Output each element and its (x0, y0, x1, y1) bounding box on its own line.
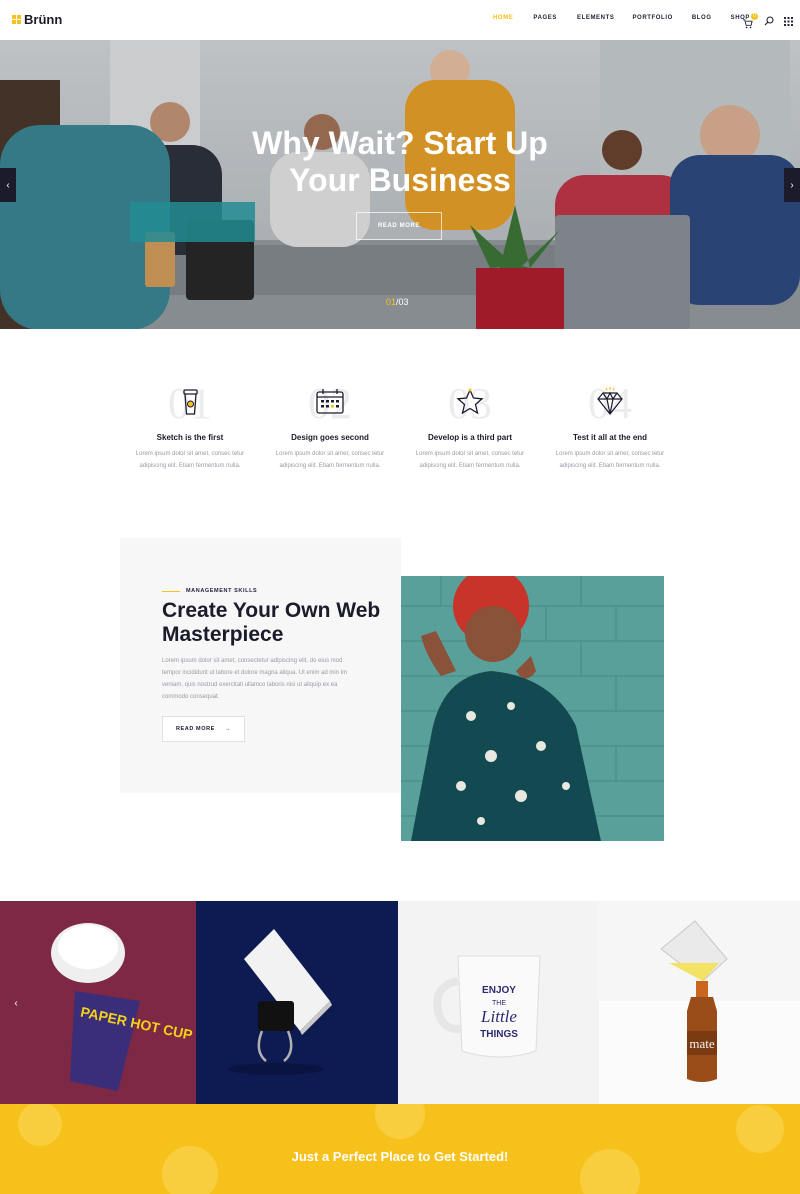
section-tag: MANAGEMENT SKILLS (162, 588, 257, 594)
logo-text: Brünn (24, 12, 63, 27)
feature-text: Lorem ipsum dolor sit amet, consec tetur… (415, 451, 525, 469)
nav-item-blog[interactable]: BLOG (692, 15, 712, 21)
section-title: Create Your Own Web Masterpiece (162, 599, 381, 646)
menu-grid-button[interactable] (784, 13, 793, 31)
call-to-action-banner: Just a Perfect Place to Get Started! (0, 1104, 800, 1194)
feature-item: 01 Sketch is the first Lorem ipsum dolor… (120, 370, 260, 469)
slide-counter-total: /03 (396, 297, 409, 307)
about-read-more-button[interactable]: READ MORE → (162, 716, 245, 742)
gallery-item-mug[interactable]: ENJOY THE Little THINGS (398, 901, 599, 1104)
diamond-icon (597, 387, 623, 415)
gallery-item-bottle[interactable]: mate › (599, 901, 800, 1104)
hero-slider: Why Wait? Start Up Your Business READ MO… (0, 40, 800, 329)
feature-title: Sketch is the first (156, 433, 224, 442)
feature-title: Test it all at the end (572, 433, 648, 442)
gallery-item-coffee-cup[interactable]: PAPER HOT CUP COFFEE MOCKUP ‹ (0, 901, 196, 1104)
star-icon (456, 388, 484, 415)
feature-title: Design goes second (291, 433, 369, 442)
nav-item-elements[interactable]: ELEMENTS (577, 15, 614, 21)
feature-text: Lorem ipsum dolor sit amet, consec tetur… (555, 451, 665, 469)
logo[interactable]: Brünn (12, 12, 62, 27)
main-nav: HOME PAGES ELEMENTS PORTFOLIO BLOG SHOP (490, 15, 750, 21)
section-text: Lorem ipsum dolor sit amet, consectetur … (162, 658, 348, 700)
about-card: MANAGEMENT SKILLS Create Your Own Web Ma… (120, 538, 401, 793)
feature-title: Develop is a third part (427, 433, 513, 442)
hero-title-highlight: Start Up (423, 125, 548, 161)
cta-text: Just a Perfect Place to Get Started! (291, 1149, 509, 1164)
coffee-cup-icon (183, 389, 198, 415)
calendar-icon (316, 389, 344, 414)
gallery-next-button[interactable]: › (777, 986, 793, 1020)
hero-prev-button[interactable]: ‹ (0, 168, 16, 202)
portfolio-gallery: PAPER HOT CUP COFFEE MOCKUP ‹ ENJOY THE … (0, 901, 800, 1104)
hero-next-button[interactable]: › (784, 168, 800, 202)
gallery-item-business-card[interactable] (196, 901, 398, 1104)
cart-count-badge: 0 (751, 13, 758, 20)
slide-counter-current: 01 (386, 297, 397, 307)
slide-counter: 01/03 (386, 297, 409, 307)
nav-item-home[interactable]: HOME (493, 15, 513, 21)
business-card-image (228, 929, 332, 1075)
nav-item-portfolio[interactable]: PORTFOLIO (632, 15, 672, 21)
woman-portrait-image (401, 576, 664, 841)
hero-read-more-button[interactable]: READ MORE (356, 212, 442, 240)
feature-item: 04 Test it all at the end Lorem ipsum do… (540, 370, 680, 469)
search-button[interactable] (764, 13, 774, 31)
arrow-right-icon: → (224, 726, 232, 732)
button-label: READ MORE (175, 726, 215, 732)
chevron-left-icon: ‹ (14, 997, 18, 1009)
gallery-prev-button[interactable]: ‹ (8, 986, 24, 1020)
chevron-right-icon: › (783, 997, 787, 1009)
chevron-left-icon: ‹ (6, 179, 10, 191)
mug-image: ENJOY THE Little THINGS (433, 955, 541, 1058)
feature-item: 03 Develop is a third part Lorem ipsum d… (400, 370, 540, 469)
mug-text-4: THINGS (480, 1029, 518, 1040)
cart-icon (742, 19, 753, 29)
feature-item: 02 Design goes second Lorem ipsum dolor … (260, 370, 400, 469)
hero-title-line1: Why Wait? (252, 125, 424, 161)
bottle-image: mate (599, 920, 800, 1104)
chevron-right-icon: › (790, 179, 794, 191)
hero-title: Why Wait? Start Up Your Business (0, 125, 800, 199)
process-features: 01 Sketch is the first Lorem ipsum dolor… (120, 370, 680, 500)
hero-title-line2: Your Business (289, 162, 511, 198)
feature-text: Lorem ipsum dolor sit amet, consec tetur… (135, 451, 245, 469)
paper-cup-image: PAPER HOT CUP COFFEE MOCKUP (51, 923, 196, 1091)
mug-text-2: THE (492, 1000, 506, 1007)
logo-mark-icon (12, 15, 21, 24)
bottle-label-text: mate (689, 1036, 714, 1051)
feature-text: Lorem ipsum dolor sit amet, consec tetur… (275, 451, 385, 469)
mug-text-1: ENJOY (482, 985, 516, 996)
search-icon (764, 16, 774, 26)
mug-text-3: Little (480, 1007, 517, 1026)
site-header: Brünn HOME PAGES ELEMENTS PORTFOLIO BLOG… (0, 0, 800, 40)
nav-item-pages[interactable]: PAGES (533, 15, 557, 21)
cart-button[interactable]: 0 (742, 13, 758, 29)
grid-menu-icon (784, 17, 793, 26)
header-icons: 0 (742, 13, 793, 31)
